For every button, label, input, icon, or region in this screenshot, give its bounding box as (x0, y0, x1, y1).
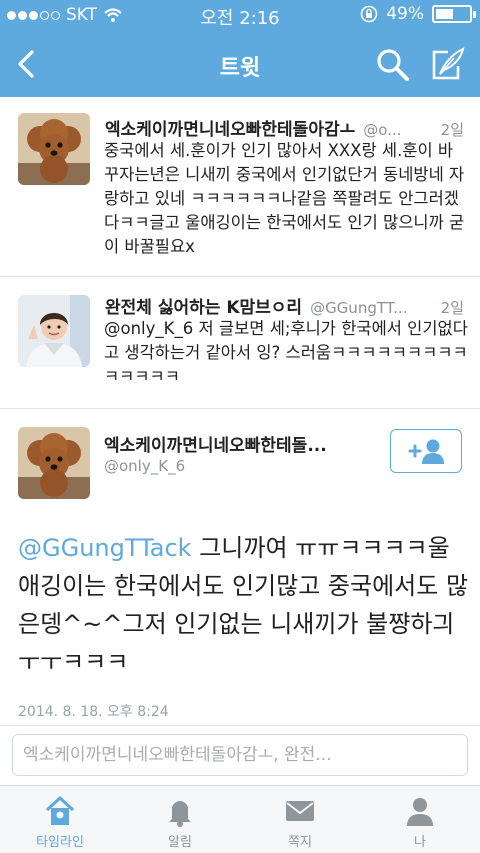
tweet-author[interactable]: 완전체 싫어하는 K맘브ㅇ리 (105, 293, 302, 318)
tweet-text: 중국에서 세.훈이가 인기 많아서 XXX랑 세.훈이 바꾸자는년은 니새끼 중… (104, 141, 465, 256)
reply-input[interactable] (12, 734, 468, 776)
tab-timeline[interactable]: 타임라인 (0, 786, 120, 853)
tab-label: 쪽지 (288, 835, 312, 850)
tweet-author[interactable]: 엑소케이까면니네오빠한테돌아감ㅗ (105, 115, 355, 140)
timeline-tweet[interactable]: 완전체 싫어하는 K맘브ㅇ리 @GGungTT... 2일 @only_K_6 … (0, 277, 480, 409)
timeline-tweet[interactable]: 엑소케이까면니네오빠한테돌아감ㅗ @o... 2일 중국에서 세.훈이가 인기 … (0, 97, 480, 277)
tweet-text: @only_K_6 저 글보면 세;후니가 한국에서 인기없다고 생각하는거 같… (104, 317, 468, 389)
tab-label: 알림 (168, 835, 192, 850)
tweet-handle[interactable]: @o... (363, 121, 434, 139)
nav-bar: 트윗 (0, 34, 480, 94)
person-icon (407, 798, 433, 826)
detail-author[interactable]: 엑소케이까면니네오빠한테돌... (104, 431, 327, 456)
tab-label: 나 (414, 835, 426, 850)
avatar[interactable] (18, 295, 90, 367)
poodle-avatar-image (18, 427, 90, 499)
avatar[interactable] (18, 427, 90, 499)
home-icon (45, 796, 75, 825)
person-avatar-image (18, 295, 90, 367)
battery-icon (432, 5, 476, 23)
tweet-handle[interactable]: @GGungTT... (310, 299, 435, 317)
tab-messages[interactable]: 쪽지 (240, 786, 360, 853)
status-bar: SKT 오전 2:16 49% (0, 0, 480, 32)
add-user-icon (408, 439, 444, 464)
tab-label: 타임라인 (36, 835, 84, 850)
battery-percent: 49% (386, 4, 424, 24)
poodle-avatar-image (18, 113, 90, 185)
follow-button[interactable] (390, 429, 462, 473)
reply-bar (0, 725, 480, 785)
detail-handle[interactable]: @only_K_6 (104, 457, 185, 475)
orientation-lock-icon (360, 5, 378, 23)
tweet-age: 2일 (440, 121, 464, 139)
tab-notifications[interactable]: 알림 (120, 786, 240, 853)
detail-tweet-text: @GGungTTack 그니까여 ㅠㅠㅋㅋㅋㅋ울애깅이는 한국에서도 인기많고 … (18, 529, 470, 681)
tweet-detail: 엑소케이까면니네오빠한테돌... @only_K_6 @GGungTTack 그… (0, 409, 480, 725)
tab-me[interactable]: 나 (360, 786, 480, 853)
app-header: SKT 오전 2:16 49% 트윗 (0, 0, 480, 97)
envelope-icon (286, 801, 314, 821)
search-icon (377, 49, 409, 81)
tweet-age: 2일 (440, 299, 464, 317)
tab-bar: 타임라인 알림 쪽지 나 (0, 785, 480, 853)
detail-timestamp: 2014. 8. 18. 오후 8:24 (18, 704, 169, 720)
compose-icon (432, 47, 465, 80)
tweet-mention-link[interactable]: @only_K_6 (104, 319, 193, 338)
search-button[interactable] (374, 46, 412, 84)
compose-button[interactable] (428, 44, 468, 84)
detail-mention-link[interactable]: @GGungTTack (18, 534, 192, 562)
avatar[interactable] (18, 113, 90, 185)
bell-icon (169, 801, 191, 827)
